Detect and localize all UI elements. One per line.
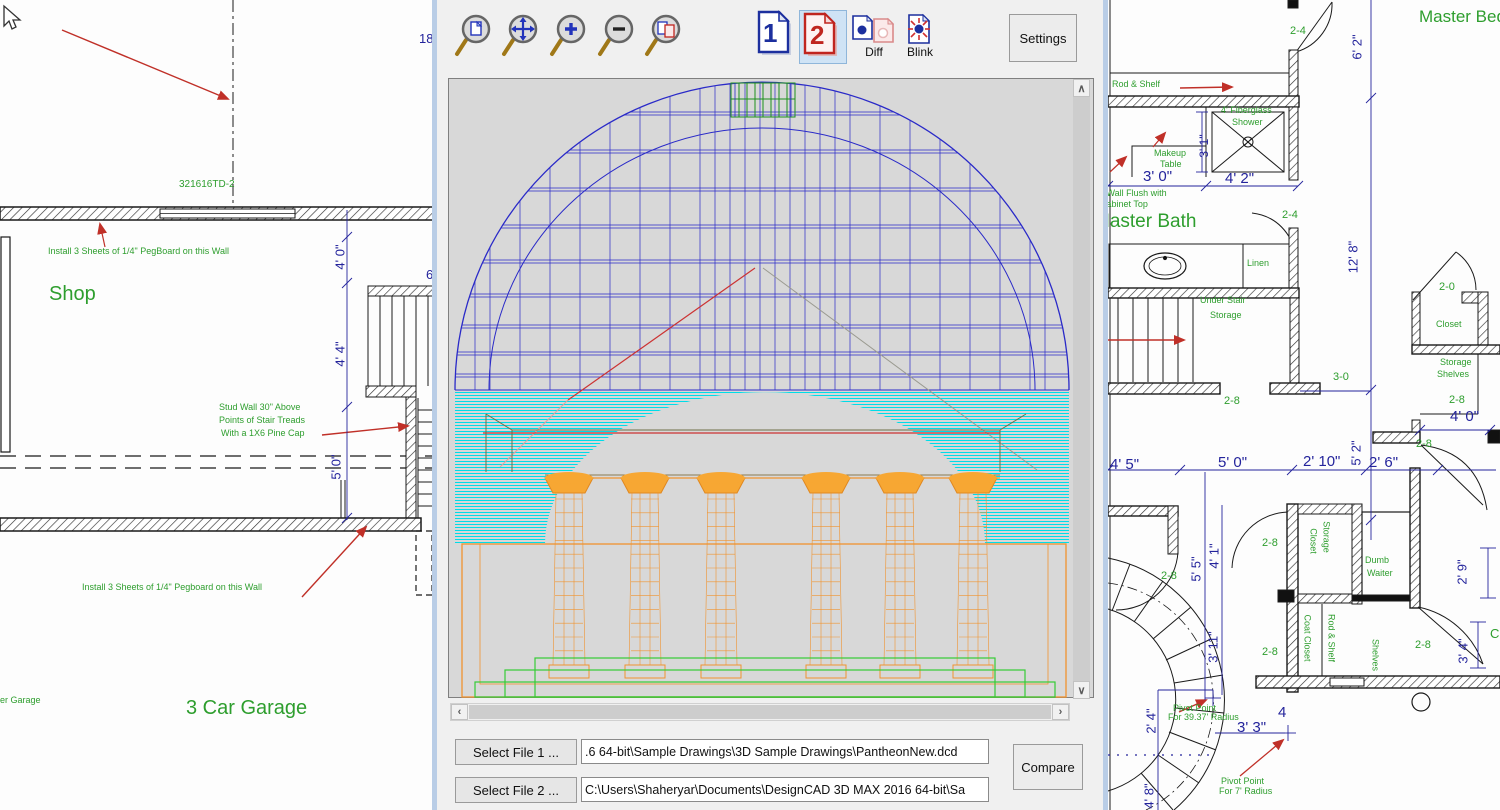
file1-path-field[interactable] [581,739,989,764]
vertical-scrollbar[interactable]: ∧ ∨ [1073,79,1090,699]
scroll-up-arrow[interactable]: ∧ [1073,79,1090,97]
compare-button[interactable]: Compare [1013,744,1083,790]
horizontal-scroll-thumb[interactable] [469,705,1051,719]
dialog-right-border [1103,0,1108,810]
zoom-in-button[interactable] [547,9,593,68]
zoom-window-button[interactable] [452,9,498,68]
dialog-left-border [432,0,437,810]
pantheon-drawing [449,79,1071,699]
file-compare-dialog: 1 2 Diff [432,0,1108,810]
scroll-left-arrow[interactable]: ‹ [451,704,468,720]
scroll-down-arrow[interactable]: ∨ [1073,681,1090,699]
file2-path-field[interactable] [581,777,989,802]
show-file1-button[interactable]: 1 [754,10,800,62]
select-file1-button[interactable]: Select File 1 ... [455,739,577,765]
scroll-right-arrow[interactable]: › [1052,704,1069,720]
zoom-extents-button[interactable] [499,9,545,68]
blink-label: Blink [900,45,940,59]
show-file2-button[interactable]: 2 [799,10,847,64]
horizontal-scrollbar[interactable]: ‹ › [450,703,1070,721]
file1-number: 1 [763,18,777,49]
diff-label: Diff [856,45,892,59]
screen: { "dialog": { "toolbar": { "file1_number… [0,0,1500,810]
select-file2-button[interactable]: Select File 2 ... [455,777,577,803]
settings-button[interactable]: Settings [1009,14,1077,62]
zoom-files-button[interactable] [642,9,688,68]
zoom-out-button[interactable] [595,9,641,68]
file2-number: 2 [810,20,824,51]
